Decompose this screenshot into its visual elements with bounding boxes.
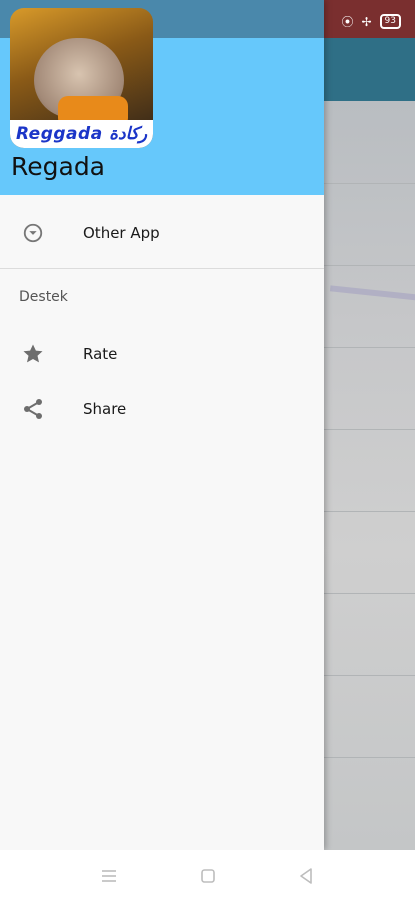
section-title: Destek — [19, 289, 68, 305]
logo-text: Reggada ركادة — [15, 124, 148, 144]
app-logo: Reggada ركادة — [10, 8, 153, 148]
share-icon — [21, 397, 45, 421]
menu-item-share[interactable]: Share — [0, 381, 324, 436]
back-nav-button[interactable] — [296, 866, 316, 886]
battery-icon: 93 — [379, 14, 401, 29]
menu-item-rate[interactable]: Rate — [0, 326, 324, 381]
dropdown-circle-icon — [21, 221, 45, 245]
logo-banner: Reggada ركادة — [10, 120, 153, 148]
wifi-icon: ✢ — [361, 14, 372, 29]
status-icons: ⦿ ✢ 93 — [341, 13, 401, 30]
drawer-scrim[interactable] — [324, 38, 415, 850]
star-icon — [21, 342, 45, 366]
menu-item-label: Share — [83, 399, 127, 418]
home-icon — [201, 869, 215, 883]
menu-item-label: Other App — [83, 223, 160, 242]
menu-nav-button[interactable] — [99, 866, 119, 886]
home-nav-button[interactable] — [198, 866, 218, 886]
system-navigation-bar — [0, 850, 415, 900]
back-icon — [300, 868, 312, 884]
drawer-header: Reggada ركادة Regada — [0, 0, 324, 195]
hamburger-icon — [102, 870, 116, 882]
signal-icon: ⦿ — [341, 15, 354, 29]
drawer-divider — [0, 268, 324, 269]
app-name: Regada — [11, 152, 106, 181]
menu-item-label: Rate — [83, 344, 118, 363]
navigation-drawer: Reggada ركادة Regada Other App Destek Ra… — [0, 0, 324, 850]
menu-item-other-app[interactable]: Other App — [0, 205, 324, 260]
